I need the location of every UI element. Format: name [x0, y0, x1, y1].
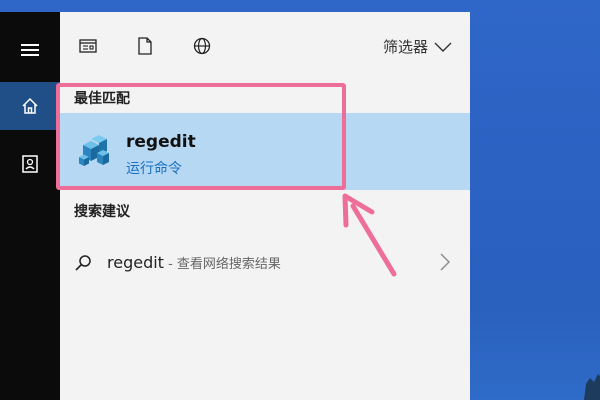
annotation-arrow	[342, 193, 397, 277]
